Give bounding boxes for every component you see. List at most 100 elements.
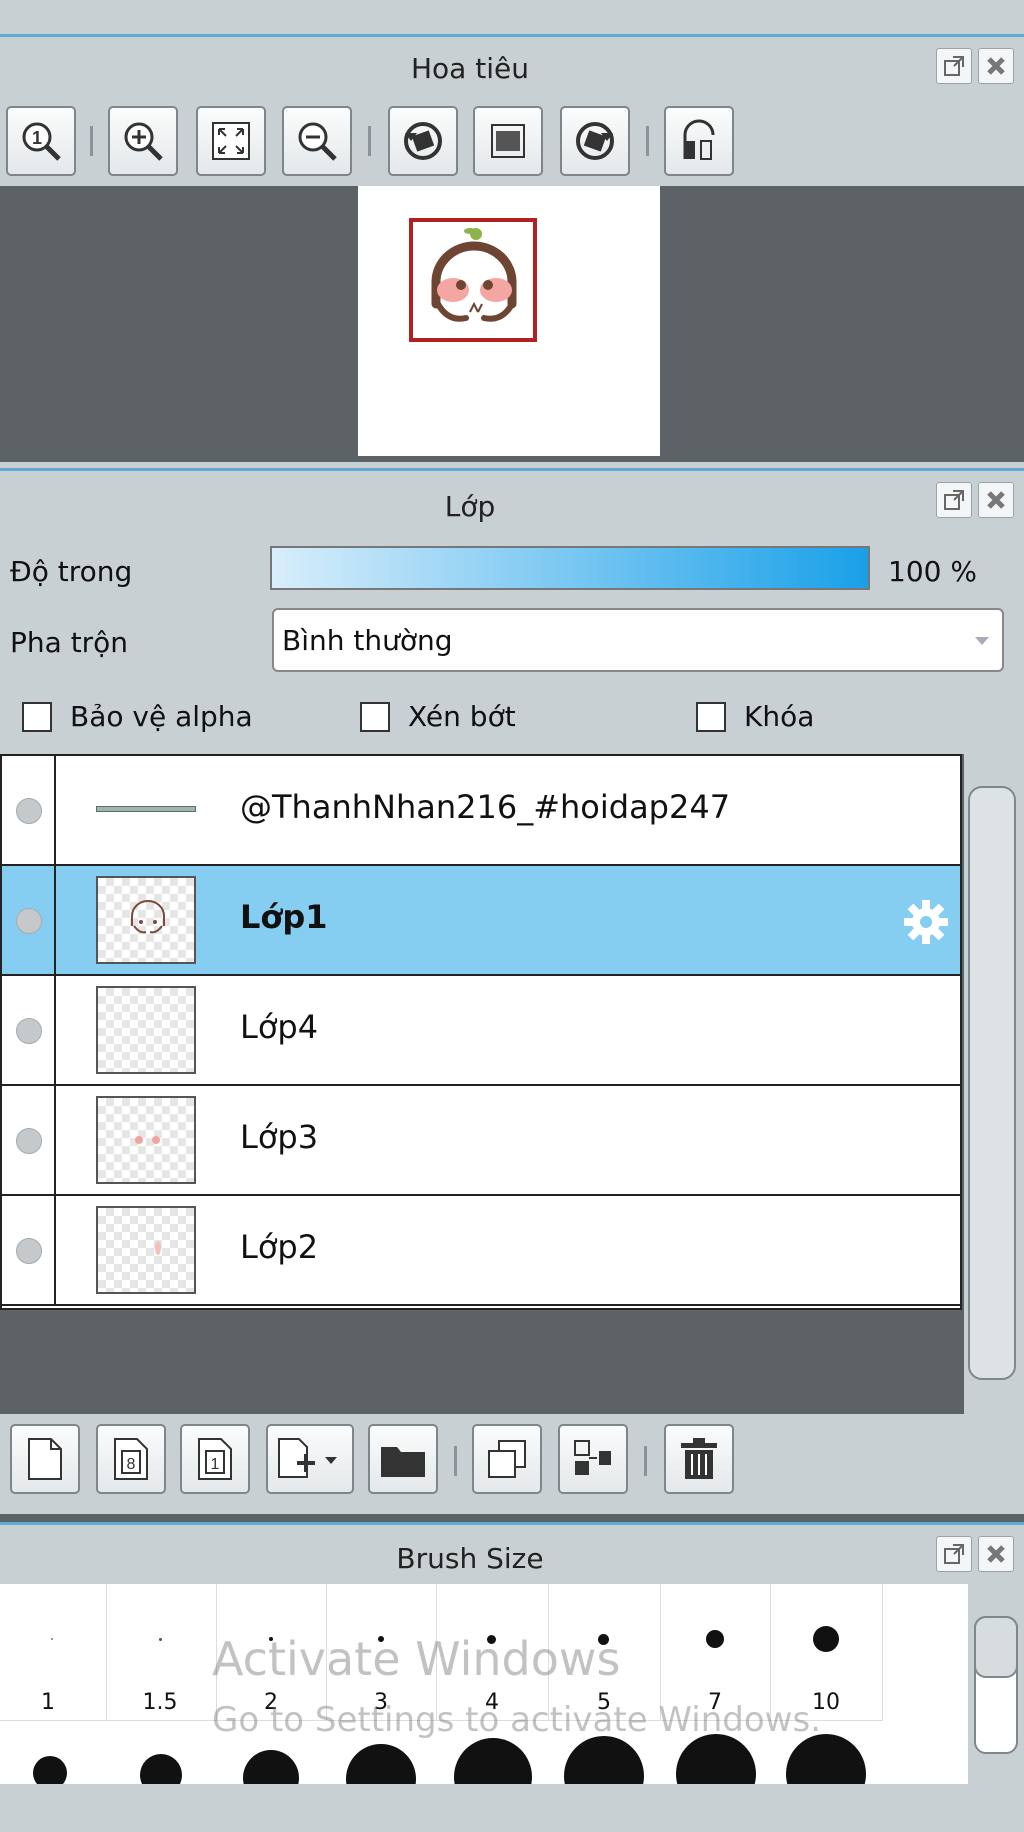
brush-dot-large[interactable] bbox=[564, 1736, 644, 1784]
layer-name: Lớp4 bbox=[240, 1008, 319, 1046]
zoom-out-button[interactable] bbox=[282, 106, 352, 176]
new-1bit-layer-icon: 1 bbox=[198, 1438, 232, 1480]
duplicate-layer-icon bbox=[488, 1440, 526, 1478]
visibility-toggle[interactable] bbox=[16, 908, 42, 934]
row-divider bbox=[54, 1086, 56, 1196]
add-layer-dropdown-button[interactable] bbox=[266, 1424, 354, 1494]
close-icon bbox=[987, 57, 1005, 75]
rotate-right-icon bbox=[576, 122, 614, 160]
brush-dot-large[interactable] bbox=[454, 1738, 532, 1784]
lock-label: Khóa bbox=[744, 700, 815, 733]
brush-size-title: Brush Size bbox=[396, 1542, 544, 1575]
new-layer-button[interactable] bbox=[10, 1424, 80, 1494]
new-1bit-layer-button[interactable]: 1 bbox=[180, 1424, 250, 1494]
brush-size-label: 1 bbox=[41, 1690, 55, 1715]
layer-row-selected[interactable]: Lớp1 bbox=[2, 866, 960, 976]
brush-dot bbox=[813, 1626, 839, 1652]
delete-layer-button[interactable] bbox=[664, 1424, 734, 1494]
zoom-in-icon bbox=[124, 122, 163, 161]
panel-divider bbox=[0, 1514, 1024, 1522]
scrollbar-thumb[interactable] bbox=[974, 1616, 1018, 1678]
visibility-toggle[interactable] bbox=[16, 1128, 42, 1154]
new-folder-button[interactable] bbox=[368, 1424, 438, 1494]
brush-dot bbox=[706, 1630, 724, 1648]
merge-down-button[interactable] bbox=[558, 1424, 628, 1494]
brush-dot-large[interactable] bbox=[346, 1744, 416, 1784]
layer-row[interactable]: Lớp2 bbox=[2, 1196, 960, 1306]
blend-mode-label: Pha trộn bbox=[10, 626, 129, 659]
brush-size-cell[interactable]: 1.5 bbox=[106, 1584, 217, 1721]
clipping-label: Xén bớt bbox=[408, 700, 516, 733]
brush-dot-large[interactable] bbox=[140, 1754, 182, 1784]
row-divider bbox=[54, 976, 56, 1086]
add-layer-dropdown-icon bbox=[278, 1438, 337, 1478]
layer-name: Lớp1 bbox=[240, 898, 328, 936]
brush-size-scrollbar[interactable] bbox=[968, 1584, 1024, 1784]
new-8bit-layer-button[interactable]: 8 bbox=[96, 1424, 166, 1494]
new-8bit-layer-icon: 8 bbox=[114, 1438, 148, 1480]
layer-row[interactable]: Lớp4 bbox=[2, 976, 960, 1086]
zoom-actual-icon: 1 bbox=[22, 122, 61, 161]
reset-rotation-button[interactable] bbox=[473, 106, 543, 176]
brush-dot-large[interactable] bbox=[676, 1734, 756, 1784]
blend-mode-select[interactable]: Bình thường bbox=[272, 608, 1004, 672]
alpha-protect-label: Bảo vệ alpha bbox=[70, 700, 253, 733]
flip-horizontal-button[interactable] bbox=[664, 106, 734, 176]
layer-thumbnail-line bbox=[96, 806, 196, 812]
layer-undock-button[interactable] bbox=[936, 482, 972, 518]
gear-icon[interactable] bbox=[902, 898, 950, 946]
layer-list-scrollbar[interactable] bbox=[964, 754, 1024, 1414]
layer-name: @ThanhNhan216_#hoidap247 bbox=[240, 788, 731, 826]
navigator-undock-button[interactable] bbox=[936, 48, 972, 84]
opacity-value: 100 % bbox=[888, 555, 977, 588]
lock-checkbox[interactable] bbox=[696, 702, 726, 732]
layer-thumbnail bbox=[96, 1096, 196, 1184]
brush-dot-large[interactable] bbox=[243, 1750, 299, 1784]
activation-watermark-subtitle: Go to Settings to activate Windows. bbox=[212, 1700, 821, 1740]
layer-list[interactable]: @ThanhNhan216_#hoidap247 Lớp1 Lớp4 Lớp3 … bbox=[0, 754, 1024, 1414]
brush-dot bbox=[51, 1638, 53, 1640]
layer-close-button[interactable] bbox=[978, 482, 1014, 518]
zoom-in-button[interactable] bbox=[108, 106, 178, 176]
layer-thumbnail bbox=[96, 1206, 196, 1294]
brush-size-cell[interactable]: 1 bbox=[0, 1584, 107, 1721]
brush-size-undock-button[interactable] bbox=[936, 1536, 972, 1572]
layer-row[interactable]: Lớp3 bbox=[2, 1086, 960, 1196]
visibility-toggle[interactable] bbox=[16, 1018, 42, 1044]
rotate-left-button[interactable] bbox=[388, 106, 458, 176]
chevron-down-icon bbox=[975, 637, 989, 645]
folder-icon bbox=[381, 1447, 425, 1477]
toolbar-separator bbox=[90, 126, 93, 156]
flip-horizontal-icon bbox=[683, 119, 715, 160]
activation-watermark-title: Activate Windows bbox=[212, 1632, 621, 1686]
layer-row[interactable]: @ThanhNhan216_#hoidap247 bbox=[2, 756, 960, 866]
duplicate-layer-button[interactable] bbox=[472, 1424, 542, 1494]
brush-dot-large[interactable] bbox=[33, 1756, 67, 1784]
layer-thumbnail bbox=[96, 876, 196, 964]
canvas-preview bbox=[358, 186, 660, 456]
new-layer-icon bbox=[28, 1438, 62, 1480]
toolbar-separator bbox=[454, 1446, 457, 1476]
undock-icon bbox=[944, 56, 964, 76]
brush-size-close-button[interactable] bbox=[978, 1536, 1014, 1572]
trash-icon bbox=[681, 1438, 717, 1479]
fit-window-button[interactable] bbox=[196, 106, 266, 176]
reset-rotation-icon bbox=[491, 124, 525, 158]
brush-dot-large[interactable] bbox=[786, 1734, 866, 1784]
navigator-close-button[interactable] bbox=[978, 48, 1014, 84]
layer-name: Lớp2 bbox=[240, 1228, 319, 1266]
rotate-right-button[interactable] bbox=[560, 106, 630, 176]
visibility-toggle[interactable] bbox=[16, 798, 42, 824]
scrollbar-thumb[interactable] bbox=[968, 786, 1016, 1380]
bottom-strip bbox=[0, 1784, 1024, 1832]
zoom-out-icon bbox=[298, 122, 337, 161]
visibility-toggle[interactable] bbox=[16, 1238, 42, 1264]
opacity-slider[interactable] bbox=[270, 546, 870, 590]
zoom-actual-button[interactable]: 1 bbox=[6, 106, 76, 176]
close-icon bbox=[987, 491, 1005, 509]
alpha-protect-checkbox[interactable] bbox=[22, 702, 52, 732]
layer-name: Lớp3 bbox=[240, 1118, 319, 1156]
clipping-checkbox[interactable] bbox=[360, 702, 390, 732]
row-divider bbox=[54, 866, 56, 976]
brush-size-label: 1.5 bbox=[142, 1690, 178, 1715]
